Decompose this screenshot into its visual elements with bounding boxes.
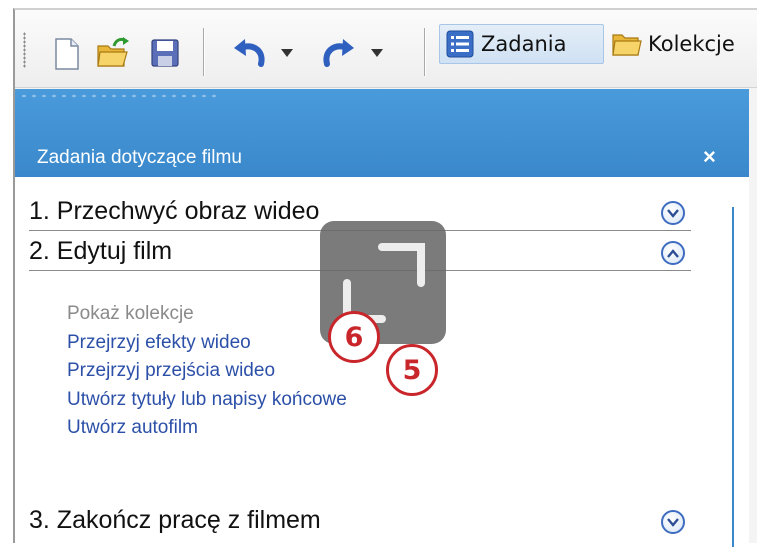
undo-dropdown[interactable] [277,40,297,66]
collections-button[interactable]: Kolekcje [612,24,735,64]
redo-icon [323,39,354,67]
tasks-icon [446,30,474,58]
section-title: 2. Edytuj film [29,237,173,265]
header-decoration [19,93,219,99]
toolbar-separator [203,28,204,76]
collections-folder-icon [612,34,642,56]
callout-badge: 6 [328,311,380,363]
section-title: 1. Przechwyć obraz wideo [29,197,320,225]
tasks-button-label: Zadania [481,32,567,56]
redo-button[interactable] [319,34,359,72]
open-button[interactable] [95,34,131,72]
link-view-video-transitions[interactable]: Przejrzyj przejścia wideo [67,357,347,386]
tasks-button[interactable]: Zadania [439,24,604,64]
section-finish[interactable]: 3. Zakończ pracę z filmem [29,502,691,540]
new-file-button[interactable] [53,36,81,72]
edit-task-list: Pokaż kolekcje Przejrzyj efekty wideo Pr… [67,300,347,443]
save-button[interactable] [149,36,181,70]
section-title: 3. Zakończ pracę z filmem [29,506,321,534]
toolbar-grip[interactable] [23,32,26,68]
redo-dropdown[interactable] [367,40,387,66]
callout-badge: 5 [386,344,438,396]
new-file-icon [55,38,79,70]
link-make-titles-credits[interactable]: Utwórz tytuły lub napisy końcowe [67,386,347,415]
chevron-up-icon[interactable] [661,241,685,265]
save-icon [151,39,179,67]
chevron-down-icon [281,49,293,57]
chevron-down-icon[interactable] [661,201,685,225]
undo-button[interactable] [229,34,269,72]
open-folder-icon [97,37,129,67]
scrollbar[interactable] [732,207,734,547]
chevron-down-icon [371,49,383,57]
link-make-automovie[interactable]: Utwórz autofilm [67,414,347,443]
collections-button-label: Kolekcje [648,32,735,56]
chevron-down-icon[interactable] [661,510,685,534]
toolbar-separator [424,28,425,76]
toolbar: Zadania Kolekcje [15,10,757,88]
close-icon[interactable]: × [703,144,716,170]
task-pane-header: Zadania dotyczące filmu × [15,89,749,177]
link-show-collections[interactable]: Pokaż kolekcje [67,300,347,329]
undo-icon [234,39,265,67]
task-pane-title: Zadania dotyczące filmu [37,147,242,168]
link-view-video-effects[interactable]: Przejrzyj efekty wideo [67,329,347,358]
